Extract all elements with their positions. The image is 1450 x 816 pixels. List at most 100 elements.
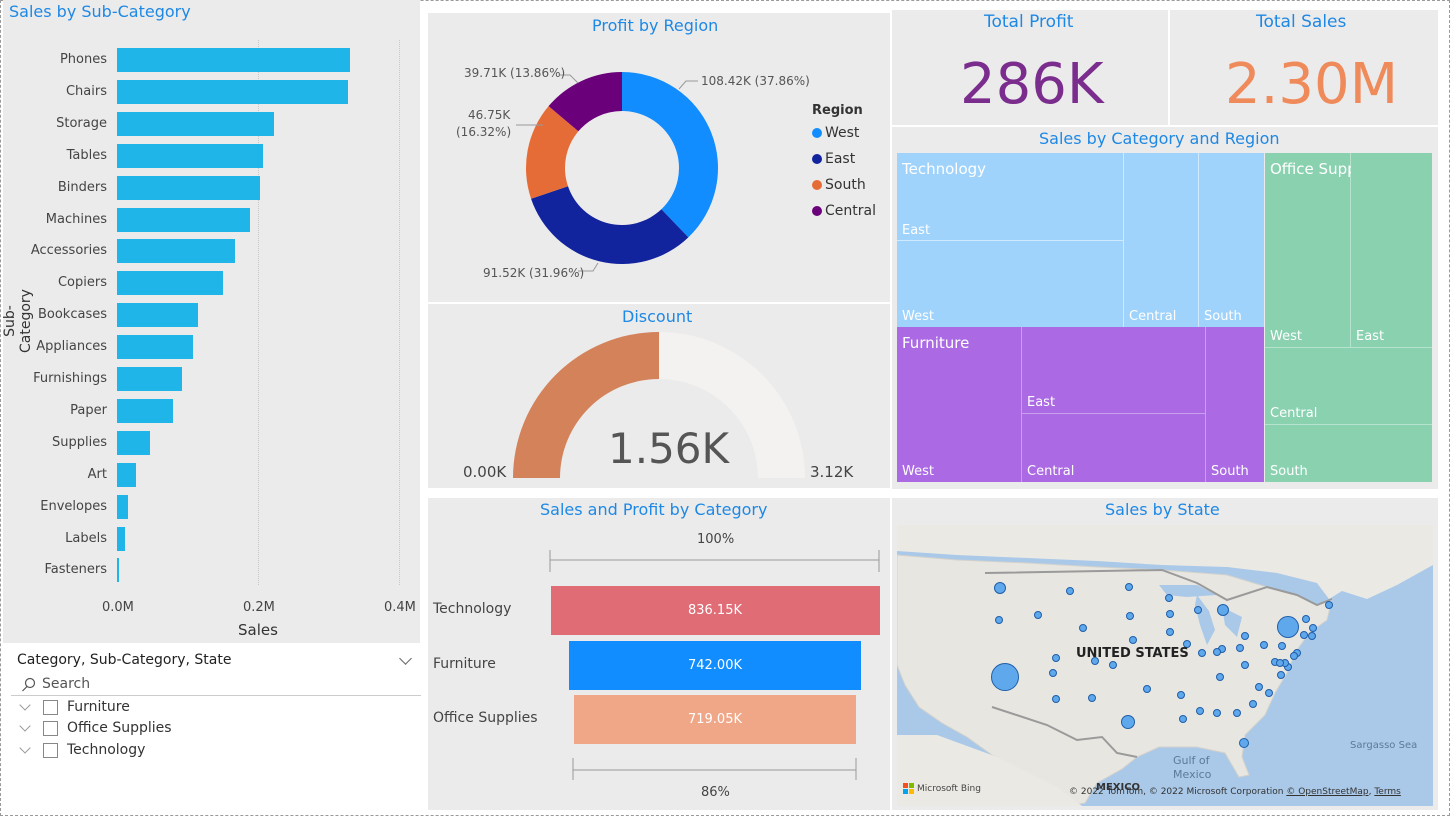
tile-office-west[interactable]: Office Supplies West (1265, 153, 1382, 348)
state-bubble[interactable] (1233, 709, 1241, 717)
state-bubble[interactable] (1052, 654, 1060, 662)
tile-office-central[interactable]: Central (1265, 348, 1432, 425)
state-bubble[interactable] (1277, 671, 1285, 679)
bar-storage[interactable] (117, 111, 275, 136)
state-bubble[interactable] (1166, 628, 1174, 636)
state-bubble[interactable] (1278, 642, 1286, 650)
bar-fasteners[interactable] (117, 558, 120, 583)
bar-envelopes[interactable] (117, 494, 129, 519)
state-bubble[interactable] (1165, 594, 1173, 602)
tile-office-east[interactable]: East (1351, 153, 1432, 348)
bar-copiers[interactable] (117, 271, 223, 296)
checkbox[interactable] (43, 720, 58, 736)
state-bubble[interactable] (1241, 661, 1249, 669)
discount-gauge-visual[interactable]: Discount 1.56K 0.00K 3.12K (428, 304, 890, 488)
state-bubble[interactable] (1213, 709, 1221, 717)
tile-furniture-central[interactable]: Central (1022, 414, 1206, 482)
sales-by-subcategory-visual[interactable]: Sales by Sub-Category Sub-Category Phone… (2, 0, 420, 643)
state-bubble[interactable] (1308, 632, 1316, 640)
state-bubble[interactable] (1125, 583, 1133, 591)
tile-technology-south[interactable]: South (1199, 153, 1264, 327)
funnel-bar-furniture[interactable]: 742.00K (569, 641, 861, 690)
bar-appliances[interactable] (117, 335, 194, 360)
bar-paper[interactable] (117, 398, 173, 423)
state-bubble[interactable] (1290, 652, 1298, 660)
state-bubble[interactable] (1217, 604, 1229, 616)
slice-east[interactable] (531, 186, 689, 264)
state-bubble[interactable] (1109, 661, 1117, 669)
bar-bookcases[interactable] (117, 303, 199, 328)
slicer-item-technology[interactable]: Technology (19, 742, 145, 758)
slicer-item-furniture[interactable]: Furniture (19, 699, 130, 715)
legend-item-east[interactable]: East (812, 151, 876, 167)
state-bubble[interactable] (1236, 644, 1244, 652)
state-bubble[interactable] (1325, 601, 1333, 609)
state-bubble[interactable] (1052, 695, 1060, 703)
openstreetmap-link[interactable]: © OpenStreetMap (1286, 787, 1368, 797)
state-bubble[interactable] (1177, 691, 1185, 699)
state-bubble[interactable] (1196, 707, 1204, 715)
bar-labels[interactable] (117, 526, 126, 551)
state-bubble[interactable] (995, 616, 1003, 624)
state-bubble[interactable] (1194, 606, 1202, 614)
bar-phones[interactable] (117, 48, 350, 72)
slicer-collapse-chevron-icon[interactable] (399, 652, 412, 665)
expand-chevron-icon[interactable] (19, 742, 31, 754)
profit-by-region-visual[interactable]: Profit by Region 39.71K (13.86%) 108.42K… (428, 13, 890, 302)
checkbox[interactable] (43, 742, 58, 758)
state-bubble[interactable] (1179, 715, 1187, 723)
terms-link[interactable]: Terms (1374, 787, 1401, 797)
bar-machines[interactable] (117, 207, 251, 232)
state-bubble[interactable] (1300, 631, 1308, 639)
bar-art[interactable] (117, 462, 137, 487)
expand-chevron-icon[interactable] (19, 699, 31, 711)
state-bubble[interactable] (1126, 612, 1134, 620)
state-bubble[interactable] (1213, 648, 1221, 656)
tile-furniture-south[interactable]: South (1206, 327, 1264, 482)
legend-item-south[interactable]: South (812, 177, 876, 193)
state-bubble[interactable] (1049, 669, 1057, 677)
bar-tables[interactable] (117, 143, 263, 168)
state-bubble[interactable] (1143, 685, 1151, 693)
bar-binders[interactable] (117, 175, 261, 200)
state-bubble[interactable] (1121, 715, 1135, 729)
checkbox[interactable] (43, 699, 58, 715)
state-bubble[interactable] (1216, 673, 1224, 681)
slicer-item-office-supplies[interactable]: Office Supplies (19, 720, 172, 736)
state-bubble[interactable] (1255, 683, 1263, 691)
region-legend[interactable]: Region West East South Central (812, 103, 876, 229)
slice-west[interactable] (622, 72, 719, 238)
legend-item-west[interactable]: West (812, 125, 876, 141)
state-bubble[interactable] (1260, 641, 1268, 649)
bar-supplies[interactable] (117, 430, 151, 455)
bar-chairs[interactable] (117, 79, 349, 104)
state-bubble[interactable] (1239, 738, 1249, 748)
state-bubble[interactable] (1034, 611, 1042, 619)
state-bubble[interactable] (1249, 700, 1257, 708)
state-bubble[interactable] (1079, 624, 1087, 632)
state-bubble[interactable] (1276, 659, 1284, 667)
state-bubble[interactable] (1241, 632, 1249, 640)
category-slicer[interactable]: Category, Sub-Category, State Search Fur… (3, 643, 421, 815)
state-bubble[interactable] (1066, 587, 1074, 595)
tile-office-south[interactable]: South (1265, 425, 1432, 482)
bar-furnishings[interactable] (117, 367, 182, 391)
slicer-search[interactable]: Search (11, 674, 421, 696)
state-bubble[interactable] (1198, 649, 1206, 657)
legend-item-central[interactable]: Central (812, 203, 876, 219)
total-profit-card[interactable]: Total Profit 286K (892, 10, 1168, 125)
funnel-bar-office-supplies[interactable]: 719.05K (573, 695, 857, 744)
state-bubble[interactable] (994, 582, 1006, 594)
sales-profit-category-visual[interactable]: Sales and Profit by Category 100% Techno… (428, 498, 890, 810)
tile-furniture-east[interactable]: East (1022, 327, 1206, 414)
state-bubble[interactable] (1277, 616, 1299, 638)
tile-technology-west[interactable]: West (897, 241, 1124, 327)
bar-accessories[interactable] (117, 239, 235, 264)
map-canvas[interactable]: UNITED STATES Gulf of Mexico Sargasso Se… (897, 525, 1433, 806)
state-bubble[interactable] (1265, 689, 1273, 697)
state-bubble[interactable] (991, 663, 1019, 691)
state-bubble[interactable] (1129, 636, 1137, 644)
funnel-bar-technology[interactable]: 836.15K (550, 586, 880, 635)
tile-technology-central[interactable]: Central (1124, 153, 1199, 327)
tile-technology-east[interactable]: Technology East (897, 153, 1124, 241)
